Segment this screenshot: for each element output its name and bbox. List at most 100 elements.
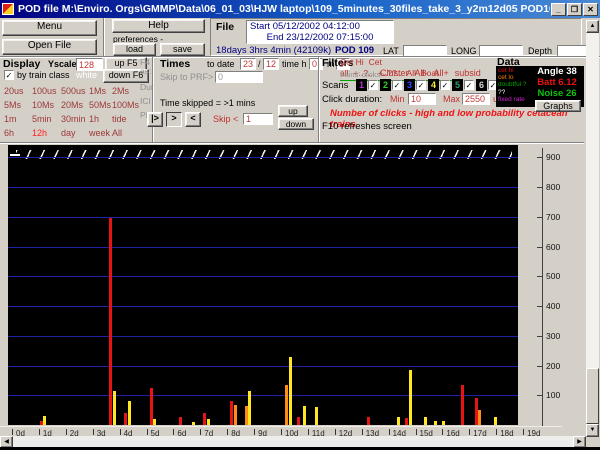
gridline-600 [8, 246, 518, 248]
scan-4-checkbox[interactable]: ✓ [440, 80, 450, 90]
scale-option-day[interactable]: day [61, 128, 76, 138]
scale-option-100Ms[interactable]: 100Ms [112, 100, 139, 110]
date-day-input[interactable] [240, 58, 256, 70]
scale-option-50Ms[interactable]: 50Ms [89, 100, 111, 110]
y-label-800: 800 [546, 182, 561, 192]
x-tick-16d [442, 429, 444, 435]
bar [108, 218, 112, 425]
scroll-down-button[interactable]: ▼ [586, 424, 599, 437]
by-train-class-checkbox[interactable]: ✓ [4, 70, 14, 80]
skip-label: Skip < [213, 114, 239, 124]
skip-down-button[interactable]: down [278, 118, 314, 130]
minimize-button[interactable]: _ [551, 2, 566, 16]
min-input[interactable] [408, 93, 436, 105]
filter-link2-all[interactable]: All- [415, 68, 428, 78]
scale-option-All[interactable]: All [112, 128, 122, 138]
menu-button[interactable]: Menu [2, 20, 97, 36]
f4-option-ici[interactable]: ICI [140, 94, 157, 108]
skip-up-button[interactable]: up [278, 105, 308, 117]
load-button[interactable]: load [113, 43, 156, 56]
bar [233, 404, 237, 425]
x-tick-13d [361, 429, 363, 435]
date-month-input[interactable] [263, 58, 279, 70]
hour-input[interactable] [309, 58, 323, 70]
graphs-button[interactable]: Graphs [535, 100, 581, 112]
scale-option-1m[interactable]: 1m [4, 114, 17, 124]
x-tick-5d [146, 429, 148, 435]
noise-value: Noise 26 [537, 88, 577, 99]
scale-option-1h[interactable]: 1h [89, 114, 99, 124]
scale-option-week[interactable]: week [89, 128, 110, 138]
f4-option-dur[interactable]: Dur [140, 80, 157, 94]
pod-number: POD 109 [335, 45, 375, 56]
x-tick-0d [12, 429, 13, 435]
gridline-900 [8, 157, 518, 159]
y-label-100: 100 [546, 390, 561, 401]
bar [207, 419, 211, 425]
x-tick-14d [388, 429, 390, 435]
scan-6-box: 6 [476, 79, 487, 91]
scan-2-box: 2 [380, 79, 391, 91]
y-label-600: 600 [546, 241, 561, 252]
help-button[interactable]: Help [112, 19, 205, 33]
close-button[interactable]: ✕ [583, 2, 598, 16]
filter-link2-subsid[interactable]: subsid [455, 68, 481, 78]
skip-input[interactable] [243, 113, 273, 125]
scale-option-2Ms[interactable]: 2Ms [112, 86, 129, 96]
scans-label: Scans [322, 80, 349, 91]
scale-option-30min[interactable]: 30min [61, 114, 86, 124]
restore-button[interactable]: ❐ [567, 2, 582, 16]
yscale-label: Yscale [48, 59, 77, 69]
scale-option-20us[interactable]: 20us [4, 86, 24, 96]
x-tick-7d [200, 429, 202, 435]
gridline-100 [8, 395, 518, 397]
legend-cet-hi: cet hi [498, 67, 514, 74]
to-date-label: to date [207, 59, 235, 69]
bar [434, 420, 438, 425]
bar [42, 416, 46, 425]
y-label-700: 700 [546, 211, 561, 222]
scan-3-checkbox[interactable]: ✓ [416, 80, 426, 90]
skip-prf-input[interactable] [215, 71, 263, 83]
scan-5-checkbox[interactable]: ✓ [464, 80, 474, 90]
step-first-button[interactable]: |> [147, 112, 163, 127]
x-tick-3d [92, 429, 94, 435]
vertical-scrollbar-thumb[interactable] [586, 368, 599, 424]
x-tick-17d [469, 429, 471, 435]
x-tick-9d [254, 429, 256, 435]
scale-option-100us[interactable]: 100us [32, 86, 57, 96]
filter-link-cethi[interactable]: Cet Hi [340, 57, 364, 67]
scale-option-6h[interactable]: 6h [4, 128, 14, 138]
scale-option-tide[interactable]: tide [112, 114, 127, 124]
toolbar-divider [103, 18, 105, 56]
gridline-700 [8, 216, 518, 218]
scan-2-checkbox[interactable]: ✓ [392, 80, 402, 90]
skip-to-prf-label: Skip to PRF> [160, 72, 214, 82]
scale-option-20Ms[interactable]: 20Ms [61, 100, 83, 110]
max-input[interactable] [462, 93, 490, 105]
scale-option-5Ms[interactable]: 5Ms [4, 100, 21, 110]
scale-option-500us[interactable]: 500us [61, 86, 86, 96]
x-tick-18d [496, 429, 498, 435]
gridline-300 [8, 335, 518, 337]
scroll-up-button[interactable]: ▲ [586, 20, 599, 33]
scan-1-checkbox[interactable]: ✓ [368, 80, 378, 90]
scale-option-1Ms[interactable]: 1Ms [89, 86, 106, 96]
filter-link2-all[interactable]: All+ [434, 68, 449, 78]
open-file-button[interactable]: Open File [2, 39, 97, 55]
scale-option-12h[interactable]: 12h [32, 128, 47, 138]
white-label: white [76, 70, 98, 80]
scans-row: 1 ✓ 2 ✓ 3 ✓ 4 ✓ 5 ✓ 6 ✓ [356, 79, 500, 91]
bar [127, 400, 131, 425]
filter-link2-cluster[interactable]: Cluster [380, 68, 409, 78]
step-forward-button[interactable]: > [166, 112, 182, 127]
bar [314, 406, 318, 425]
scale-option-10Ms[interactable]: 10Ms [32, 100, 54, 110]
times-divider [318, 57, 320, 143]
save-button[interactable]: save [160, 43, 205, 56]
gridline-400 [8, 306, 518, 307]
legend-doubtful--: doubtful ? [498, 81, 527, 89]
step-back-button[interactable]: < [185, 112, 201, 127]
vertical-scrollbar-track[interactable] [586, 33, 599, 424]
scale-option-5min[interactable]: 5min [32, 114, 52, 124]
